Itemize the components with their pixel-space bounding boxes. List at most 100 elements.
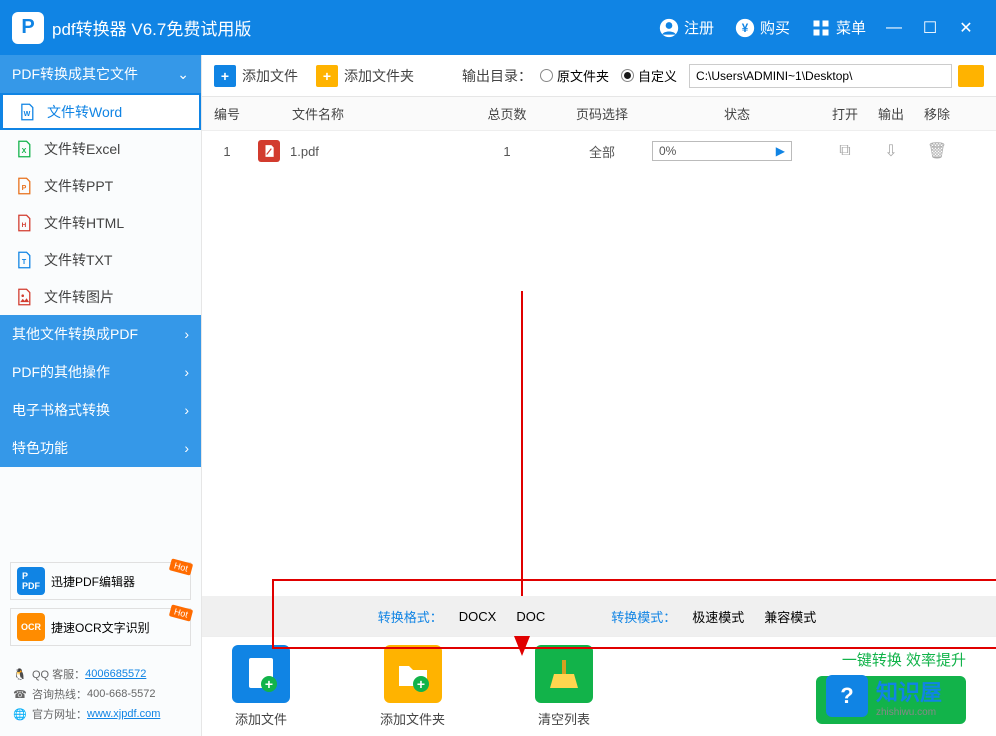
radio-fast-mode[interactable]: 极速模式 (692, 607, 744, 626)
sidebar-item-label: 文件转TXT (44, 250, 112, 270)
svg-text:W: W (24, 110, 31, 117)
format-label: 转换格式： (378, 607, 443, 626)
page-selection[interactable]: 全部 (552, 142, 652, 161)
image-icon (14, 287, 34, 307)
word-icon: W (17, 102, 37, 122)
add-folder-big-button[interactable]: + 添加文件夹 (380, 645, 445, 728)
qq-icon: 🐧 (12, 666, 28, 682)
chevron-right-icon: › (184, 326, 189, 342)
maximize-button[interactable]: ☐ (912, 18, 948, 38)
add-file-button[interactable]: + 添加文件 (214, 65, 298, 87)
sidebar-item-label: 文件转Word (47, 102, 122, 122)
titlebar: P pdf转换器 V6.7免费试用版 注册 ¥ 购买 菜单 — ☐ ✕ (0, 0, 996, 55)
sidebar-item-label: 文件转PPT (44, 176, 113, 196)
ppt-icon: P (14, 176, 34, 196)
yen-icon: ¥ (734, 17, 756, 39)
page-count: 1 (462, 144, 552, 159)
sidebar-item-label: 文件转HTML (44, 213, 124, 233)
category-pdf-to-other[interactable]: PDF转换成其它文件 ⌄ (0, 55, 201, 93)
app-title: pdf转换器 V6.7免费试用版 (52, 15, 251, 40)
chevron-right-icon: › (184, 440, 189, 456)
radio-doc[interactable]: DOC (516, 609, 545, 624)
txt-icon: T (14, 250, 34, 270)
add-file-icon: + (232, 645, 290, 703)
buy-button[interactable]: ¥ 购买 (734, 17, 790, 39)
progress-bar[interactable]: 0% ▶ (652, 141, 792, 161)
promo-pdf-editor[interactable]: PPDF 迅捷PDF编辑器 Hot (10, 562, 191, 600)
category-special[interactable]: 特色功能› (0, 429, 201, 467)
plus-icon: + (214, 65, 236, 87)
svg-text:P: P (22, 184, 27, 191)
svg-text:H: H (22, 221, 27, 228)
clear-list-button[interactable]: 清空列表 (535, 645, 593, 728)
main-panel: + 添加文件 + 添加文件夹 输出目录： 原文件夹 自定义 编号 文件名称 总 (202, 55, 996, 736)
sidebar-item-label: 文件转Excel (44, 139, 120, 159)
add-folder-icon: + (384, 645, 442, 703)
chevron-right-icon: › (184, 364, 189, 380)
output-dir-label: 输出目录： (462, 66, 532, 86)
sidebar-item-image[interactable]: 文件转图片 (0, 278, 201, 315)
row-number: 1 (202, 144, 252, 159)
contact-info: 🐧QQ 客服：4006685572 ☎咨询热线：400-668-5572 🌐官方… (0, 662, 201, 736)
hot-badge: Hot (169, 604, 193, 621)
table-row[interactable]: 1 1.pdf 1 全部 0% ▶ ⧉ ⇩ 🗑 (202, 131, 996, 171)
menu-button[interactable]: 菜单 (810, 17, 866, 39)
sidebar-item-excel[interactable]: X 文件转Excel (0, 130, 201, 167)
mode-label: 转换模式： (611, 607, 676, 626)
sidebar-item-label: 文件转图片 (44, 287, 114, 307)
bottom-bar: + 添加文件 + 添加文件夹 清空列表 一键转换 效率提升 (202, 636, 996, 736)
svg-text:+: + (265, 676, 273, 692)
hot-badge: Hot (169, 558, 193, 575)
sidebar-item-ppt[interactable]: P 文件转PPT (0, 167, 201, 204)
add-folder-button[interactable]: + 添加文件夹 (316, 65, 414, 87)
pdf-editor-icon: PPDF (17, 567, 45, 595)
radio-icon (540, 69, 553, 82)
ocr-icon: OCR (17, 613, 45, 641)
promo-ocr[interactable]: OCR 捷速OCR文字识别 Hot (10, 608, 191, 646)
ie-icon: 🌐 (12, 706, 28, 722)
svg-text:X: X (22, 147, 27, 154)
svg-text:T: T (22, 258, 27, 265)
convert-button[interactable] (816, 676, 966, 724)
qq-link[interactable]: 4006685572 (85, 668, 146, 680)
category-pdf-other-ops[interactable]: PDF的其他操作› (0, 353, 201, 391)
file-name: 1.pdf (290, 144, 319, 159)
table-header: 编号 文件名称 总页数 页码选择 状态 打开 输出 移除 (202, 97, 996, 131)
trash-icon[interactable]: 🗑 (927, 143, 947, 160)
plus-icon: + (316, 65, 338, 87)
convert-hint: 一键转换 效率提升 (816, 649, 966, 670)
close-button[interactable]: ✕ (948, 18, 984, 38)
app-logo-icon: P (12, 12, 44, 44)
user-icon (658, 17, 680, 39)
export-icon[interactable]: ⇩ (884, 143, 897, 160)
category-other-to-pdf[interactable]: 其他文件转换成PDF› (0, 315, 201, 353)
sidebar-item-word[interactable]: W 文件转Word (0, 93, 201, 130)
sidebar: PDF转换成其它文件 ⌄ W 文件转Word X 文件转Excel P 文件转P… (0, 55, 202, 736)
grid-icon (810, 17, 832, 39)
radio-source-folder[interactable]: 原文件夹 (540, 66, 609, 85)
radio-custom-folder[interactable]: 自定义 (621, 66, 677, 85)
sidebar-item-html[interactable]: H 文件转HTML (0, 204, 201, 241)
phone-icon: ☎ (12, 686, 28, 702)
radio-icon (621, 69, 634, 82)
browse-folder-button[interactable] (958, 65, 984, 87)
excel-icon: X (14, 139, 34, 159)
toolbar: + 添加文件 + 添加文件夹 输出目录： 原文件夹 自定义 (202, 55, 996, 97)
output-path-input[interactable] (689, 64, 952, 88)
chevron-right-icon: › (184, 402, 189, 418)
open-icon[interactable]: ⧉ (839, 142, 850, 159)
broom-icon (535, 645, 593, 703)
add-file-big-button[interactable]: + 添加文件 (232, 645, 290, 728)
pdf-icon (258, 140, 280, 162)
minimize-button[interactable]: — (876, 19, 912, 37)
format-bar: 转换格式： DOCX DOC 转换模式： 极速模式 兼容模式 (202, 596, 996, 636)
radio-compat-mode[interactable]: 兼容模式 (764, 607, 816, 626)
register-button[interactable]: 注册 (658, 17, 714, 39)
category-ebook[interactable]: 电子书格式转换› (0, 391, 201, 429)
svg-text:+: + (416, 676, 424, 692)
website-link[interactable]: www.xjpdf.com (87, 708, 160, 720)
sidebar-item-txt[interactable]: T 文件转TXT (0, 241, 201, 278)
svg-text:¥: ¥ (742, 22, 749, 35)
radio-docx[interactable]: DOCX (459, 609, 497, 624)
play-icon: ▶ (776, 144, 785, 158)
